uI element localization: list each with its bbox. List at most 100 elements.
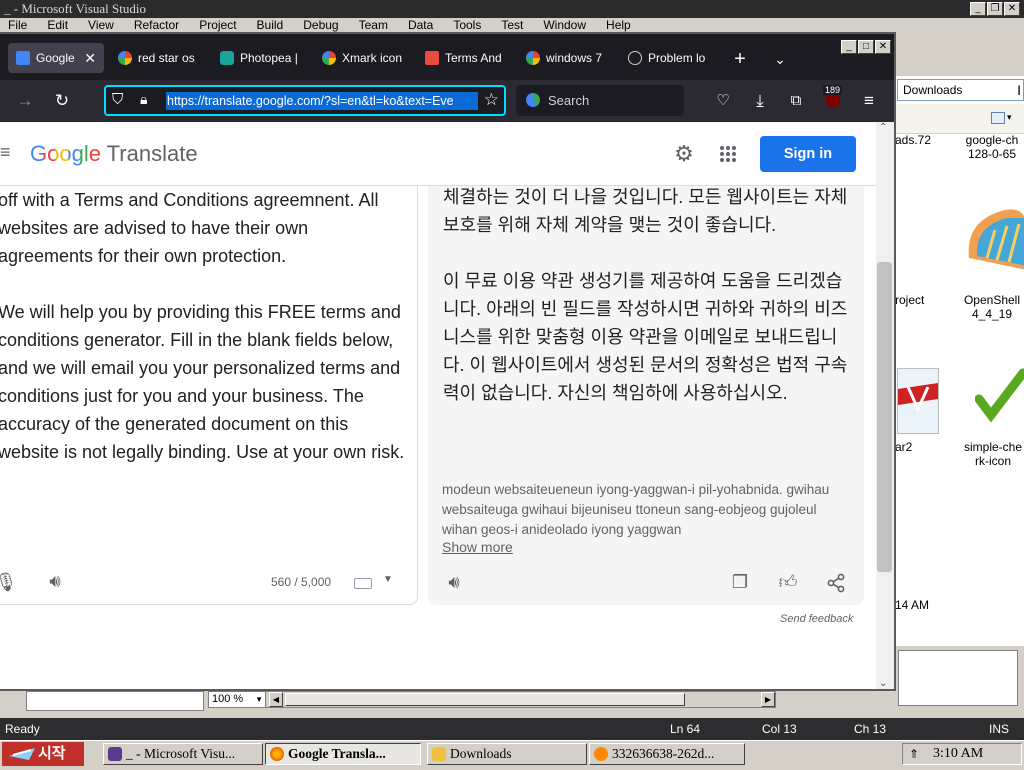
document-icon	[425, 51, 439, 65]
vs-restore-button[interactable]: ❐	[987, 2, 1003, 16]
zoom-value: 100 %	[212, 693, 244, 705]
image-thumbnail-icon[interactable]	[897, 368, 939, 434]
taskbar-item-downloads[interactable]: Downloads	[427, 743, 587, 765]
vs-menu-item[interactable]: View	[88, 18, 114, 32]
vs-menu-item[interactable]: Edit	[47, 18, 68, 32]
tab-label: Photopea |	[240, 51, 298, 65]
copy-icon[interactable]: ❐	[728, 570, 752, 594]
scroll-up-icon[interactable]: ⌃	[879, 122, 887, 133]
show-more-link[interactable]: Show more	[442, 539, 513, 555]
taskbar-item-image[interactable]: 332636638-262d...	[589, 743, 745, 765]
hscroll-thumb[interactable]	[285, 693, 685, 706]
taskbar-item-visual-studio[interactable]: _ - Microsoft Visu...	[103, 743, 263, 765]
clock[interactable]: 3:10 AM	[933, 744, 983, 764]
vs-status-bar: Ready Ln 64 Col 13 Ch 13 INS	[0, 718, 1024, 740]
start-button[interactable]: 시작	[2, 742, 84, 766]
sign-in-button[interactable]: Sign in	[760, 136, 856, 172]
download-icon[interactable]: ⤓	[747, 88, 773, 114]
vs-menu-item[interactable]: Team	[359, 18, 388, 32]
browser-close-button[interactable]: ✕	[875, 40, 891, 54]
vs-minimize-button[interactable]: _	[970, 2, 986, 16]
taskbar-item-google-translate[interactable]: Google Transla...	[265, 743, 421, 765]
speaker-icon[interactable]: 🔊︎	[43, 569, 67, 593]
pocket-icon[interactable]: ♡	[710, 88, 736, 114]
rate-translation-icon[interactable]: 👍︎	[776, 570, 800, 594]
explorer-item[interactable]: google-ch 128-0-65	[960, 133, 1024, 161]
tab-windows-7[interactable]: windows 7	[526, 43, 606, 73]
vs-menu-item[interactable]: File	[8, 18, 27, 32]
vs-menu-item[interactable]: Help	[606, 18, 631, 32]
google-translate-logo[interactable]: Google Translate	[30, 141, 198, 167]
settings-gear-icon[interactable]: ⚙	[672, 142, 696, 166]
openshell-icon[interactable]	[965, 200, 1024, 284]
explorer-address-bar[interactable]: Downloads I	[897, 79, 1024, 101]
vs-close-button[interactable]: ✕	[1004, 2, 1020, 16]
reload-icon[interactable]: ↻	[49, 88, 75, 114]
lock-icon[interactable]: 🔒︎	[140, 91, 147, 108]
image-viewer-icon	[594, 747, 608, 761]
vs-menu-item[interactable]: Data	[408, 18, 433, 32]
browser-tab-strip: Google ✕ red star os Photopea | Xmark ic…	[0, 34, 894, 80]
browser-maximize-button[interactable]: □	[858, 40, 874, 54]
explorer-item[interactable]: OpenShell 4_4_19	[960, 293, 1024, 321]
task-label: 332636638-262d...	[612, 746, 715, 761]
explorer-item[interactable]: roject	[895, 293, 935, 307]
tab-terms-and[interactable]: Terms And	[425, 43, 507, 73]
scroll-left-icon[interactable]: ◀	[269, 692, 283, 707]
view-icon[interactable]	[991, 112, 1005, 124]
vs-menu-item[interactable]: Refactor	[134, 18, 179, 32]
tab-google-translate[interactable]: Google ✕	[8, 43, 104, 73]
chevron-down-icon[interactable]: ▾	[1007, 112, 1012, 123]
checkmark-icon[interactable]	[974, 365, 1024, 425]
vs-menu-bar: File Edit View Refactor Project Build Debug Tea…	[0, 18, 1024, 32]
target-text: 체결하는 것이 더 나을 것입니다. 모든 웹사이트는 자체 보호를 위해 자체…	[443, 183, 853, 435]
scroll-down-icon[interactable]: ⌄	[879, 678, 887, 689]
hamburger-menu-icon[interactable]: ≡	[0, 142, 11, 163]
explorer-footer	[895, 646, 1024, 718]
new-tab-plus-icon[interactable]: +	[727, 46, 753, 72]
microphone-icon[interactable]: 🎙︎	[0, 570, 18, 594]
tab-photopea[interactable]: Photopea |	[220, 43, 300, 73]
zoom-select[interactable]: 100 % ▼	[208, 691, 266, 708]
speaker-icon[interactable]: 🔊︎	[442, 570, 466, 594]
status-line: Ln 64	[670, 722, 701, 736]
url-text[interactable]: https://translate.google.com/?sl=en&tl=k…	[166, 92, 478, 110]
logo-google: Google	[30, 141, 101, 166]
explorer-item[interactable]: ar2	[895, 440, 935, 454]
scrollbar-thumb[interactable]	[877, 262, 892, 572]
vs-menu-item[interactable]: Tools	[453, 18, 481, 32]
tab-problem[interactable]: Problem lo	[628, 43, 712, 73]
tab-xmark-icon[interactable]: Xmark icon	[322, 43, 406, 73]
editor-horizontal-scrollbar[interactable]: ◀ ▶	[208, 691, 776, 708]
vs-menu-item[interactable]: Window	[543, 18, 586, 32]
browser-minimize-button[interactable]: _	[841, 40, 857, 54]
tab-red-star-os[interactable]: red star os	[118, 43, 208, 73]
forward-icon[interactable]: →	[12, 88, 38, 114]
zoom-dropdown-icon[interactable]: ▼	[255, 692, 263, 707]
explorer-item[interactable]: ads.72	[895, 133, 935, 147]
scroll-right-icon[interactable]: ▶	[761, 692, 775, 707]
close-tab-icon[interactable]: ✕	[84, 43, 96, 73]
source-text[interactable]: off with a Terms and Conditions agreemne…	[0, 186, 408, 494]
vs-menu-item[interactable]: Build	[257, 18, 284, 32]
logo-translate: Translate	[106, 141, 198, 166]
bookmark-star-icon[interactable]: ☆	[484, 90, 499, 110]
menu-icon[interactable]: ≡	[856, 88, 882, 114]
tray-expand-icon[interactable]: ⇑	[909, 744, 919, 764]
search-bar[interactable]: Search	[516, 85, 684, 116]
keyboard-dropdown-icon[interactable]: ▼	[383, 574, 393, 585]
list-tabs-chevron-icon[interactable]: ⌄	[767, 46, 793, 72]
apps-grid-icon[interactable]	[719, 145, 737, 163]
vs-menu-item[interactable]: Debug	[303, 18, 338, 32]
status-insert-mode: INS	[989, 722, 1010, 736]
extensions-icon[interactable]: ⧉	[783, 88, 809, 114]
keyboard-icon[interactable]	[354, 578, 372, 589]
shield-icon[interactable]: ⛉	[112, 91, 123, 108]
vs-menu-item[interactable]: Test	[501, 18, 523, 32]
explorer-item[interactable]: simple-che rk-icon	[962, 440, 1024, 468]
status-column: Col 13	[762, 722, 797, 736]
send-feedback-link[interactable]: Send feedback	[780, 613, 853, 625]
vs-menu-item[interactable]: Project	[199, 18, 236, 32]
tab-label: windows 7	[546, 51, 603, 65]
share-icon[interactable]	[824, 570, 848, 594]
